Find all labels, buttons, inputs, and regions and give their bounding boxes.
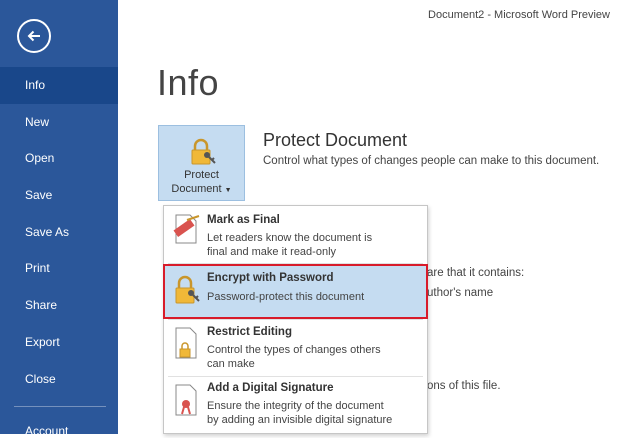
protect-button-label-1: Protect (184, 169, 219, 181)
nav-item-close[interactable]: Close (0, 361, 118, 398)
menu-item-desc: Control the types of changes others can … (207, 344, 381, 370)
backstage-nav: Info New Open Save Save As Print Share E… (0, 67, 118, 397)
page-title: Info (157, 62, 220, 103)
menu-separator (168, 263, 423, 264)
nav-item-save[interactable]: Save (0, 177, 118, 214)
window-title: Document2 - Microsoft Word Preview (428, 9, 610, 21)
nav-item-save-as[interactable]: Save As (0, 214, 118, 251)
menu-item-title: Mark as Final (207, 214, 280, 226)
back-button[interactable] (17, 19, 51, 53)
lock-key-icon (191, 138, 216, 165)
nav-item-info[interactable]: Info (0, 67, 118, 104)
nav-item-open[interactable]: Open (0, 140, 118, 177)
section-title: Protect Document (263, 130, 408, 150)
ribbon-document-icon (173, 214, 200, 244)
menu-item-add-digital-signature[interactable]: Add a Digital Signature Ensure the integ… (164, 378, 427, 433)
menu-item-title: Restrict Editing (207, 326, 292, 338)
protect-document-menu: Mark as Final Let readers know the docum… (163, 205, 428, 434)
nav-item-new[interactable]: New (0, 104, 118, 141)
back-arrow-icon (27, 30, 40, 42)
background-text-2: uthor's name (427, 287, 494, 299)
menu-item-mark-as-final[interactable]: Mark as Final Let readers know the docum… (164, 210, 427, 264)
nav-item-print[interactable]: Print (0, 250, 118, 287)
lock-key-icon (175, 275, 200, 304)
document-lock-icon (175, 327, 197, 359)
menu-item-title: Add a Digital Signature (207, 382, 334, 394)
menu-item-desc: Ensure the integrity of the document by … (207, 400, 393, 426)
chevron-down-icon: ▼ (224, 187, 232, 194)
menu-separator (168, 376, 423, 377)
nav-item-account[interactable]: Account (25, 424, 68, 438)
nav-divider (14, 406, 106, 407)
document-signature-icon (175, 384, 197, 416)
menu-item-title: Encrypt with Password (207, 272, 334, 284)
menu-item-encrypt-with-password[interactable]: Encrypt with Password Password-protect t… (163, 264, 428, 319)
protect-button-label-2: Document ▼ (171, 183, 232, 195)
menu-item-desc: Let readers know the document is final a… (207, 232, 373, 258)
menu-item-desc: Password-protect this document (207, 291, 365, 303)
background-text-1: are that it contains: (427, 267, 525, 279)
background-text-3: ons of this file. (427, 380, 501, 392)
menu-item-restrict-editing[interactable]: Restrict Editing Control the types of ch… (164, 321, 427, 376)
nav-item-export[interactable]: Export (0, 324, 118, 361)
backstage-sidebar: Info New Open Save Save As Print Share E… (0, 0, 118, 438)
protect-document-button[interactable]: Protect Document ▼ (158, 125, 245, 201)
section-description: Control what types of changes people can… (263, 155, 600, 167)
nav-item-share[interactable]: Share (0, 287, 118, 324)
menu-separator (168, 319, 423, 320)
